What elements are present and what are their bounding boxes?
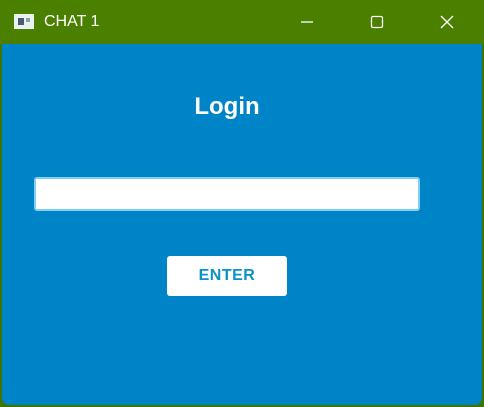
app-icon-pane-secondary xyxy=(26,18,30,22)
login-panel: Login ENTER xyxy=(2,44,482,405)
maximize-icon xyxy=(370,15,384,29)
enter-button[interactable]: ENTER xyxy=(167,256,287,296)
close-button[interactable] xyxy=(424,0,470,44)
minimize-icon xyxy=(301,21,313,23)
app-icon-pane xyxy=(18,18,24,25)
maximize-button[interactable] xyxy=(354,0,400,44)
window-title: CHAT 1 xyxy=(44,13,100,30)
title-bar[interactable]: CHAT 1 xyxy=(0,0,484,44)
login-heading: Login xyxy=(194,93,260,120)
app-window: CHAT 1 Login ENTER xyxy=(0,0,484,407)
close-icon xyxy=(440,15,454,29)
minimize-button[interactable] xyxy=(284,0,330,44)
login-input[interactable] xyxy=(34,177,420,211)
window-app-icon xyxy=(14,14,34,29)
